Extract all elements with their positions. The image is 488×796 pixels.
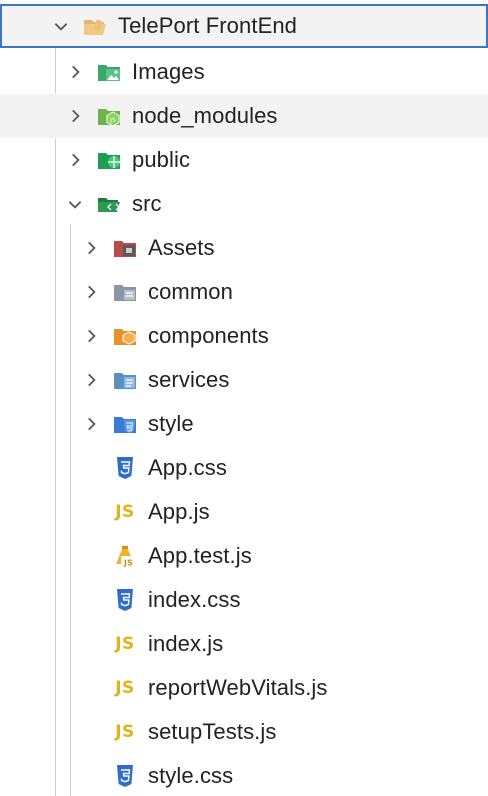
components-folder-icon [110, 321, 140, 351]
tree-item-label: index.css [148, 587, 241, 612]
tree-item-label: style [148, 411, 194, 436]
chevron-right-icon[interactable] [80, 237, 102, 259]
chevron-down-icon[interactable] [50, 15, 72, 37]
services-folder-icon [110, 365, 140, 395]
tree-item-label: node_modules [132, 103, 278, 128]
tree-file-index-js[interactable]: JS index.js [0, 622, 488, 666]
tree-item-label: services [148, 367, 230, 392]
tree-item-label: App.css [148, 455, 227, 480]
tree-file-setup-tests-js[interactable]: JS setupTests.js [0, 710, 488, 754]
css-file-icon [110, 585, 140, 615]
js-glyph: JS [115, 722, 135, 742]
tree-folder-style[interactable]: style [0, 402, 488, 446]
common-folder-icon [110, 277, 140, 307]
tree-file-app-test-js[interactable]: JS App.test.js [0, 534, 488, 578]
src-folder-icon [94, 189, 124, 219]
assets-folder-icon [110, 233, 140, 263]
js-file-icon: JS [110, 717, 140, 747]
js-glyph: JS [115, 502, 135, 522]
chevron-right-icon[interactable] [80, 325, 102, 347]
js-glyph: JS [115, 678, 135, 698]
tree-file-report-web-vitals-js[interactable]: JS reportWebVitals.js [0, 666, 488, 710]
style-folder-icon [110, 409, 140, 439]
chevron-right-icon[interactable] [80, 369, 102, 391]
tree-item-label: common [148, 279, 233, 304]
tree-folder-services[interactable]: services [0, 358, 488, 402]
chevron-down-icon[interactable] [64, 193, 86, 215]
tree-item-label: style.css [148, 763, 234, 788]
tree-item-label: components [148, 323, 269, 348]
tree-root-teleport-frontend[interactable]: TelePort FrontEnd [0, 4, 488, 48]
tree-file-index-css[interactable]: index.css [0, 578, 488, 622]
tree-file-style-css[interactable]: style.css [0, 754, 488, 796]
js-glyph: JS [115, 634, 135, 654]
tree-folder-images[interactable]: Images [0, 50, 488, 94]
tree-folder-src[interactable]: src [0, 182, 488, 226]
css-file-icon [110, 761, 140, 791]
chevron-right-icon[interactable] [80, 413, 102, 435]
tree-item-label: Images [132, 59, 205, 84]
tree-folder-components[interactable]: components [0, 314, 488, 358]
tree-item-label: index.js [148, 631, 224, 656]
chevron-right-icon[interactable] [64, 61, 86, 83]
tree-item-label: App.js [148, 499, 210, 524]
chevron-right-icon[interactable] [64, 105, 86, 127]
tree-item-label: src [132, 191, 162, 216]
tree-item-label: setupTests.js [148, 719, 277, 744]
tree-folder-assets[interactable]: Assets [0, 226, 488, 270]
svg-text:JS: JS [123, 559, 133, 568]
tree-folder-common[interactable]: common [0, 270, 488, 314]
tree-folder-public[interactable]: public [0, 138, 488, 182]
css-file-icon [110, 453, 140, 483]
public-folder-icon [94, 145, 124, 175]
images-folder-icon [94, 57, 124, 87]
tree-file-app-js[interactable]: JS App.js [0, 490, 488, 534]
chevron-right-icon[interactable] [80, 281, 102, 303]
folder-open-icon [80, 11, 110, 41]
tree-root-label: TelePort FrontEnd [118, 13, 298, 38]
svg-text:JS: JS [109, 117, 116, 124]
js-file-icon: JS [110, 673, 140, 703]
node-modules-folder-icon: JS [94, 101, 124, 131]
chevron-right-icon[interactable] [64, 149, 86, 171]
tree-item-label: Assets [148, 235, 215, 260]
file-explorer-tree: TelePort FrontEnd Images JS node_modules… [0, 0, 488, 796]
tree-item-label: reportWebVitals.js [148, 675, 328, 700]
tree-folder-node-modules[interactable]: JS node_modules [0, 94, 488, 138]
tree-item-label: public [132, 147, 191, 172]
tree-item-label: App.test.js [148, 543, 252, 568]
js-file-icon: JS [110, 497, 140, 527]
js-file-icon: JS [110, 629, 140, 659]
tree-file-app-css[interactable]: App.css [0, 446, 488, 490]
test-js-file-icon: JS [110, 541, 140, 571]
